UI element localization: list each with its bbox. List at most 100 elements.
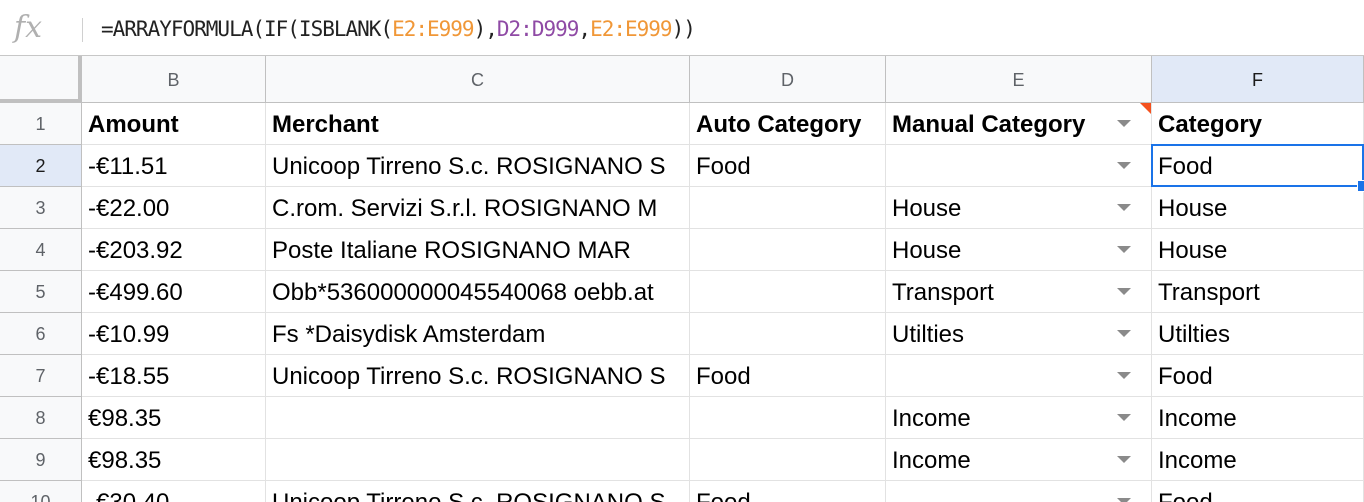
cell-b10[interactable]: -€30.40 xyxy=(82,481,266,502)
row-header-1[interactable]: 1 xyxy=(0,103,82,145)
cell-c7[interactable]: Unicoop Tirreno S.c. ROSIGNANO S xyxy=(266,355,690,397)
cell-c6[interactable]: Fs *Daisydisk Amsterdam xyxy=(266,313,690,355)
cell-c5[interactable]: Obb*536000000045540068 oebb.at xyxy=(266,271,690,313)
cell-text: Manual Category xyxy=(892,111,1086,138)
row-header-5[interactable]: 5 xyxy=(0,271,82,313)
column-header-d[interactable]: D xyxy=(690,56,886,102)
dropdown-arrow-icon[interactable] xyxy=(1117,204,1131,211)
cell-d2[interactable]: Food xyxy=(690,145,886,187)
cell-d8[interactable] xyxy=(690,397,886,439)
cell-f10[interactable]: Food xyxy=(1152,481,1364,502)
table-row: 10 -€30.40 Unicoop Tirreno S.c. ROSIGNANO … xyxy=(0,481,1364,502)
dropdown-arrow-icon[interactable] xyxy=(1117,120,1131,127)
cell-f3[interactable]: House xyxy=(1152,187,1364,229)
row-header-4[interactable]: 4 xyxy=(0,229,82,271)
cell-text: House xyxy=(892,237,962,264)
dropdown-arrow-icon[interactable] xyxy=(1117,162,1131,169)
cell-e10[interactable] xyxy=(886,481,1152,502)
formula-input[interactable]: =ARRAYFORMULA(IF(ISBLANK(E2:E999),D2:D99… xyxy=(101,13,696,45)
cell-e9[interactable]: Income xyxy=(886,439,1152,481)
cell-d10[interactable]: Food xyxy=(690,481,886,502)
table-row: 7 -€18.55 Unicoop Tirreno S.c. ROSIGNANO S… xyxy=(0,355,1364,397)
cell-b3[interactable]: -€22.00 xyxy=(82,187,266,229)
cell-b1[interactable]: Amount xyxy=(82,103,266,145)
column-header-e[interactable]: E xyxy=(886,56,1152,102)
cell-e8[interactable]: Income xyxy=(886,397,1152,439)
cell-text: Income xyxy=(892,405,971,432)
cell-c2[interactable]: Unicoop Tirreno S.c. ROSIGNANO S xyxy=(266,145,690,187)
cell-d6[interactable] xyxy=(690,313,886,355)
select-all-corner[interactable] xyxy=(0,56,82,103)
fill-handle[interactable] xyxy=(1357,180,1364,192)
cell-b2[interactable]: -€11.51 xyxy=(82,145,266,187)
row-header-7[interactable]: 7 xyxy=(0,355,82,397)
dropdown-arrow-icon[interactable] xyxy=(1117,372,1131,379)
dropdown-arrow-icon[interactable] xyxy=(1117,456,1131,463)
cell-b4[interactable]: -€203.92 xyxy=(82,229,266,271)
cell-c4[interactable]: Poste Italiane ROSIGNANO MAR xyxy=(266,229,690,271)
cell-c1[interactable]: Merchant xyxy=(266,103,690,145)
cell-text: Income xyxy=(1158,405,1237,432)
cell-note-indicator-icon xyxy=(1140,103,1151,114)
dropdown-arrow-icon[interactable] xyxy=(1117,498,1131,502)
cell-text: Amount xyxy=(88,111,179,138)
cell-d4[interactable] xyxy=(690,229,886,271)
dropdown-arrow-icon[interactable] xyxy=(1117,414,1131,421)
dropdown-arrow-icon[interactable] xyxy=(1117,288,1131,295)
formula-text-segment: =ARRAYFORMULA(IF(ISBLANK( xyxy=(101,17,393,41)
cell-text: C.rom. Servizi S.r.l. ROSIGNANO M xyxy=(272,195,658,222)
cell-f4[interactable]: House xyxy=(1152,229,1364,271)
cell-d3[interactable] xyxy=(690,187,886,229)
cell-f7[interactable]: Food xyxy=(1152,355,1364,397)
cell-f1[interactable]: Category xyxy=(1152,103,1364,145)
cell-c8[interactable] xyxy=(266,397,690,439)
cell-e6[interactable]: Utilties xyxy=(886,313,1152,355)
cell-b9[interactable]: €98.35 xyxy=(82,439,266,481)
cell-d9[interactable] xyxy=(690,439,886,481)
cell-text: Food xyxy=(1158,363,1213,390)
cell-text: House xyxy=(1158,195,1228,222)
cell-c10[interactable]: Unicoop Tirreno S.c. ROSIGNANO S xyxy=(266,481,690,502)
cell-c9[interactable] xyxy=(266,439,690,481)
cell-b6[interactable]: -€10.99 xyxy=(82,313,266,355)
table-row: 9 €98.35 Income Income xyxy=(0,439,1364,481)
cell-f5[interactable]: Transport xyxy=(1152,271,1364,313)
cell-e2[interactable] xyxy=(886,145,1152,187)
cell-b8[interactable]: €98.35 xyxy=(82,397,266,439)
cell-f6[interactable]: Utilties xyxy=(1152,313,1364,355)
row-header-2[interactable]: 2 xyxy=(0,145,82,187)
cell-text: €98.35 xyxy=(88,447,162,474)
cell-b5[interactable]: -€499.60 xyxy=(82,271,266,313)
cell-b7[interactable]: -€18.55 xyxy=(82,355,266,397)
row-header-3[interactable]: 3 xyxy=(0,187,82,229)
cell-d1[interactable]: Auto Category xyxy=(690,103,886,145)
cell-text: Utilties xyxy=(892,321,965,348)
dropdown-arrow-icon[interactable] xyxy=(1117,330,1131,337)
column-header-b[interactable]: B xyxy=(82,56,266,102)
cell-text: -€10.99 xyxy=(88,321,170,348)
cell-f2[interactable]: Food xyxy=(1152,145,1364,187)
cell-c3[interactable]: C.rom. Servizi S.r.l. ROSIGNANO M xyxy=(266,187,690,229)
column-header-f[interactable]: F xyxy=(1152,56,1364,102)
cell-e5[interactable]: Transport xyxy=(886,271,1152,313)
cell-e3[interactable]: House xyxy=(886,187,1152,229)
cell-d5[interactable] xyxy=(690,271,886,313)
formula-text-segment: , xyxy=(578,17,591,41)
row-header-9[interactable]: 9 xyxy=(0,439,82,481)
cell-text: -€11.51 xyxy=(88,153,168,180)
cell-f8[interactable]: Income xyxy=(1152,397,1364,439)
cell-e7[interactable] xyxy=(886,355,1152,397)
row-header-10[interactable]: 10 xyxy=(0,481,82,502)
cell-e4[interactable]: House xyxy=(886,229,1152,271)
dropdown-arrow-icon[interactable] xyxy=(1117,246,1131,253)
row-header-6[interactable]: 6 xyxy=(0,313,82,355)
cell-text: Merchant xyxy=(272,111,379,138)
cell-f9[interactable]: Income xyxy=(1152,439,1364,481)
column-header-c[interactable]: C xyxy=(266,56,690,102)
cell-text: Unicoop Tirreno S.c. ROSIGNANO S xyxy=(272,363,666,390)
cell-e1[interactable]: Manual Category xyxy=(886,103,1152,145)
row-header-8[interactable]: 8 xyxy=(0,397,82,439)
cell-d7[interactable]: Food xyxy=(690,355,886,397)
cell-text: Auto Category xyxy=(696,111,862,138)
table-row: 1 Amount Merchant Auto Category Manual Categ… xyxy=(0,103,1364,145)
